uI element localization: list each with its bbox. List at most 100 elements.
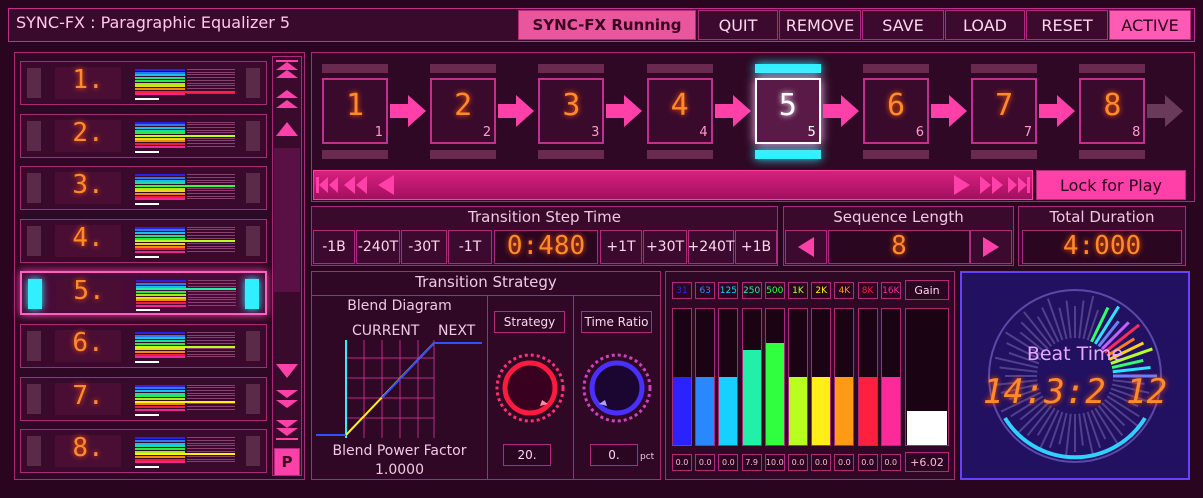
time-ratio-value-box[interactable]: 0.	[590, 444, 638, 466]
strategy-value-box[interactable]: 20.	[503, 444, 551, 466]
slot-level-line	[135, 345, 235, 348]
step-time-plus-button[interactable]: +240T	[688, 230, 735, 264]
slot-marker	[135, 361, 159, 363]
step-back-button[interactable]	[372, 172, 399, 198]
slot-spectrum-line	[135, 129, 185, 132]
slot-handle-left[interactable]	[27, 173, 41, 204]
step-indicator-bottom	[863, 150, 929, 159]
step-time-minus-button[interactable]: -1T	[448, 230, 492, 264]
step-box[interactable]: 44	[646, 78, 713, 144]
strategy-knob[interactable]	[486, 348, 574, 428]
slot-spectrum-line-dim	[187, 332, 235, 333]
slot-handle-left[interactable]	[27, 436, 41, 467]
step-forward-button[interactable]	[950, 172, 977, 198]
slot-spectrum-line	[135, 387, 185, 390]
slot-handle-right[interactable]	[246, 120, 260, 151]
fast-rewind-icon	[344, 176, 367, 194]
step-time-plus-button[interactable]: +1T	[600, 230, 642, 264]
slot-row[interactable]: 8.	[20, 429, 267, 474]
fast-rewind-button[interactable]	[342, 172, 369, 198]
header-button-load[interactable]: LOAD	[945, 10, 1025, 40]
slot-handle-left[interactable]	[27, 225, 41, 256]
step-sub-number: 4	[699, 125, 708, 140]
slot-handle-right[interactable]	[246, 173, 260, 204]
beat-time-value: 14:3:2 12	[982, 372, 1168, 412]
sync-fx-running-status[interactable]: SYNC-FX Running	[518, 10, 696, 40]
step-box[interactable]: 88	[1079, 78, 1146, 144]
skip-bottom-button[interactable]	[274, 418, 300, 442]
step-arrow	[390, 93, 428, 129]
slot-handle-left[interactable]	[27, 383, 41, 414]
header-button-reset[interactable]: RESET	[1026, 10, 1108, 40]
slot-handle-right[interactable]	[246, 68, 260, 98]
slot-spectrum-line	[135, 226, 185, 229]
time-ratio-knob[interactable]	[573, 348, 661, 428]
sequence-length-increase-button[interactable]	[970, 230, 1012, 264]
step-number: 6	[886, 88, 906, 123]
eq-band-value: 0.0	[672, 454, 692, 471]
scroll-thumb[interactable]	[274, 148, 300, 292]
slot-spectrum-line	[135, 140, 185, 143]
slot-spectrum-line	[135, 403, 185, 406]
header-button-active[interactable]: ACTIVE	[1109, 10, 1191, 40]
slot-handle-right[interactable]	[245, 279, 259, 310]
step-box[interactable]: 66	[863, 78, 929, 144]
slot-handle-left[interactable]	[28, 279, 42, 310]
page-down-button[interactable]	[274, 388, 300, 412]
header-button-remove[interactable]: REMOVE	[779, 10, 861, 40]
slot-row[interactable]: 4.	[20, 218, 267, 263]
slot-row[interactable]: 3.	[20, 166, 267, 211]
slot-row[interactable]: 5.	[20, 271, 267, 316]
step-up-button[interactable]	[274, 118, 300, 142]
step-forward-icon	[954, 175, 970, 195]
step-number: 4	[670, 88, 689, 123]
slot-spectrum	[135, 120, 237, 154]
slot-spectrum-line-dim	[187, 143, 235, 145]
step-box[interactable]: 22	[430, 78, 497, 144]
slot-handle-left[interactable]	[27, 120, 41, 151]
step-time-plus-button[interactable]: +1B	[735, 230, 777, 264]
slot-row[interactable]: 7.	[20, 376, 267, 421]
step-box[interactable]: 55	[754, 78, 821, 144]
slot-spectrum-line-dim	[188, 283, 236, 285]
slot-spectrum-line-dim	[187, 408, 235, 410]
slot-handle-right[interactable]	[246, 331, 260, 361]
sequence-length-decrease-button[interactable]	[785, 230, 827, 264]
skip-top-button[interactable]	[274, 60, 300, 84]
slot-spectrum-line-dim	[187, 461, 235, 463]
step-indicator-bottom	[646, 150, 713, 159]
slot-handle-left[interactable]	[27, 68, 41, 98]
fast-forward-button[interactable]	[978, 172, 1005, 198]
slot-marker	[135, 255, 159, 258]
slot-spectrum-line	[135, 353, 185, 356]
step-time-plus-button[interactable]: +30T	[643, 230, 687, 264]
page-up-button[interactable]	[274, 88, 300, 112]
slot-row[interactable]: 6.	[20, 324, 267, 368]
slot-spectrum-line	[135, 245, 185, 248]
slot-row[interactable]: 1.	[20, 61, 267, 105]
p-button[interactable]: P	[274, 448, 300, 476]
slot-handle-right[interactable]	[246, 225, 260, 256]
step-box[interactable]: 33	[538, 78, 605, 144]
slot-handle-right[interactable]	[246, 383, 260, 414]
time-ratio-unit: pct	[640, 452, 655, 462]
skip-to-end-button[interactable]	[1006, 172, 1033, 198]
step-box[interactable]: 11	[322, 78, 388, 144]
slot-spectrum-line	[135, 193, 185, 196]
step-time-minus-button[interactable]: -240T	[356, 230, 400, 264]
step-time-minus-button[interactable]: -1B	[313, 230, 355, 264]
header-button-quit[interactable]: QUIT	[698, 10, 778, 40]
slot-handle-left[interactable]	[27, 331, 41, 361]
slot-spectrum-line	[135, 74, 185, 77]
lock-for-play-button[interactable]: Lock for Play	[1036, 170, 1186, 200]
step-down-button[interactable]	[274, 360, 300, 384]
header-button-save[interactable]: SAVE	[862, 10, 944, 40]
eq-band-fill	[789, 377, 807, 445]
slot-row[interactable]: 2.	[20, 113, 267, 158]
eq-band-label: 63	[695, 282, 716, 299]
slot-handle-right[interactable]	[246, 436, 260, 467]
step-time-minus-button[interactable]: -30T	[401, 230, 447, 264]
skip-to-start-button[interactable]	[314, 172, 341, 198]
skip-to-end-icon	[1008, 177, 1030, 193]
step-box[interactable]: 77	[971, 78, 1038, 144]
